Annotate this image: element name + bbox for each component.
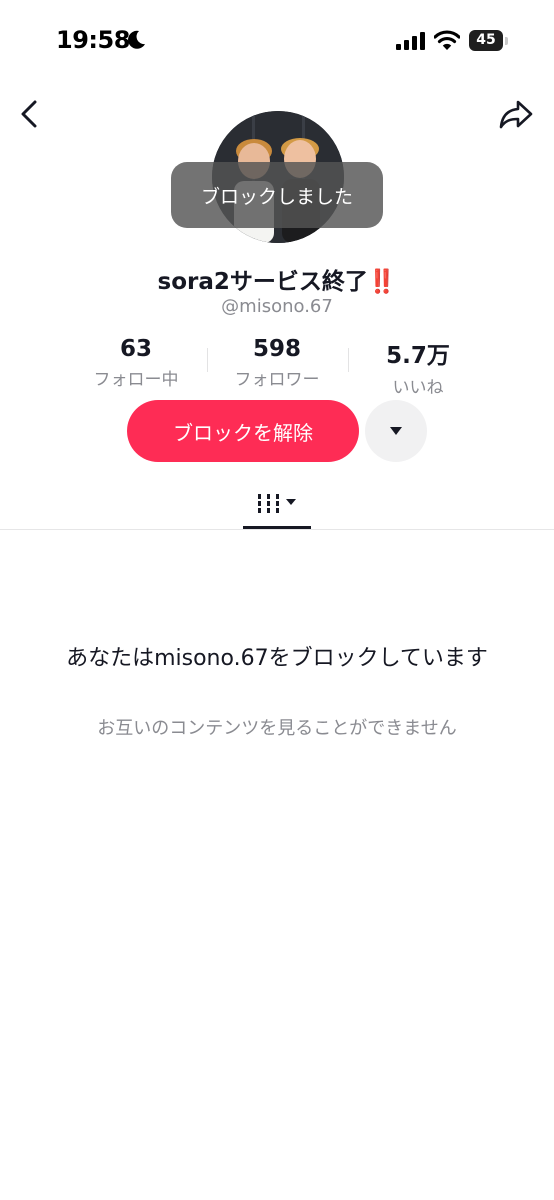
double-exclamation-icon: ‼️: [367, 269, 397, 295]
moon-icon: [128, 30, 145, 49]
grid-videos-icon: [258, 494, 296, 513]
stat-following[interactable]: 63 フォロー中: [66, 336, 206, 390]
stat-followers-count: 598: [252, 336, 301, 362]
blocked-message-subtitle: お互いのコンテンツを見ることができません: [97, 718, 457, 739]
battery-cap: [505, 37, 508, 45]
more-options-button[interactable]: [365, 400, 427, 462]
battery-icon: 45: [469, 30, 503, 51]
stat-likes-label: いいね: [392, 378, 444, 398]
signal-icon: [396, 32, 425, 50]
wifi-icon: [434, 30, 460, 50]
toast-blocked: ブロックしました: [171, 162, 383, 228]
stat-followers-label: フォロワー: [234, 370, 320, 390]
stat-following-label: フォロー中: [93, 370, 179, 390]
share-arrow-icon[interactable]: [498, 96, 534, 132]
caret-down-icon: [390, 427, 402, 435]
tab-videos[interactable]: [243, 488, 311, 530]
unblock-button[interactable]: ブロックを解除: [127, 400, 359, 462]
display-name: sora2サービス終了‼️: [0, 262, 554, 296]
stat-following-count: 63: [119, 336, 152, 362]
back-chevron-icon[interactable]: [16, 98, 44, 130]
stat-followers[interactable]: 598 フォロワー: [207, 336, 347, 390]
username: @misono.67: [221, 296, 333, 317]
display-name-text: sora2サービス終了: [157, 269, 368, 295]
blocked-message-title: あなたはmisono.67をブロックしています: [66, 646, 488, 671]
tab-divider: [0, 529, 554, 530]
stat-likes-count: 5.7万: [386, 343, 450, 369]
status-time: 19:58: [56, 26, 130, 54]
stat-likes: 5.7万 いいね: [348, 336, 488, 398]
